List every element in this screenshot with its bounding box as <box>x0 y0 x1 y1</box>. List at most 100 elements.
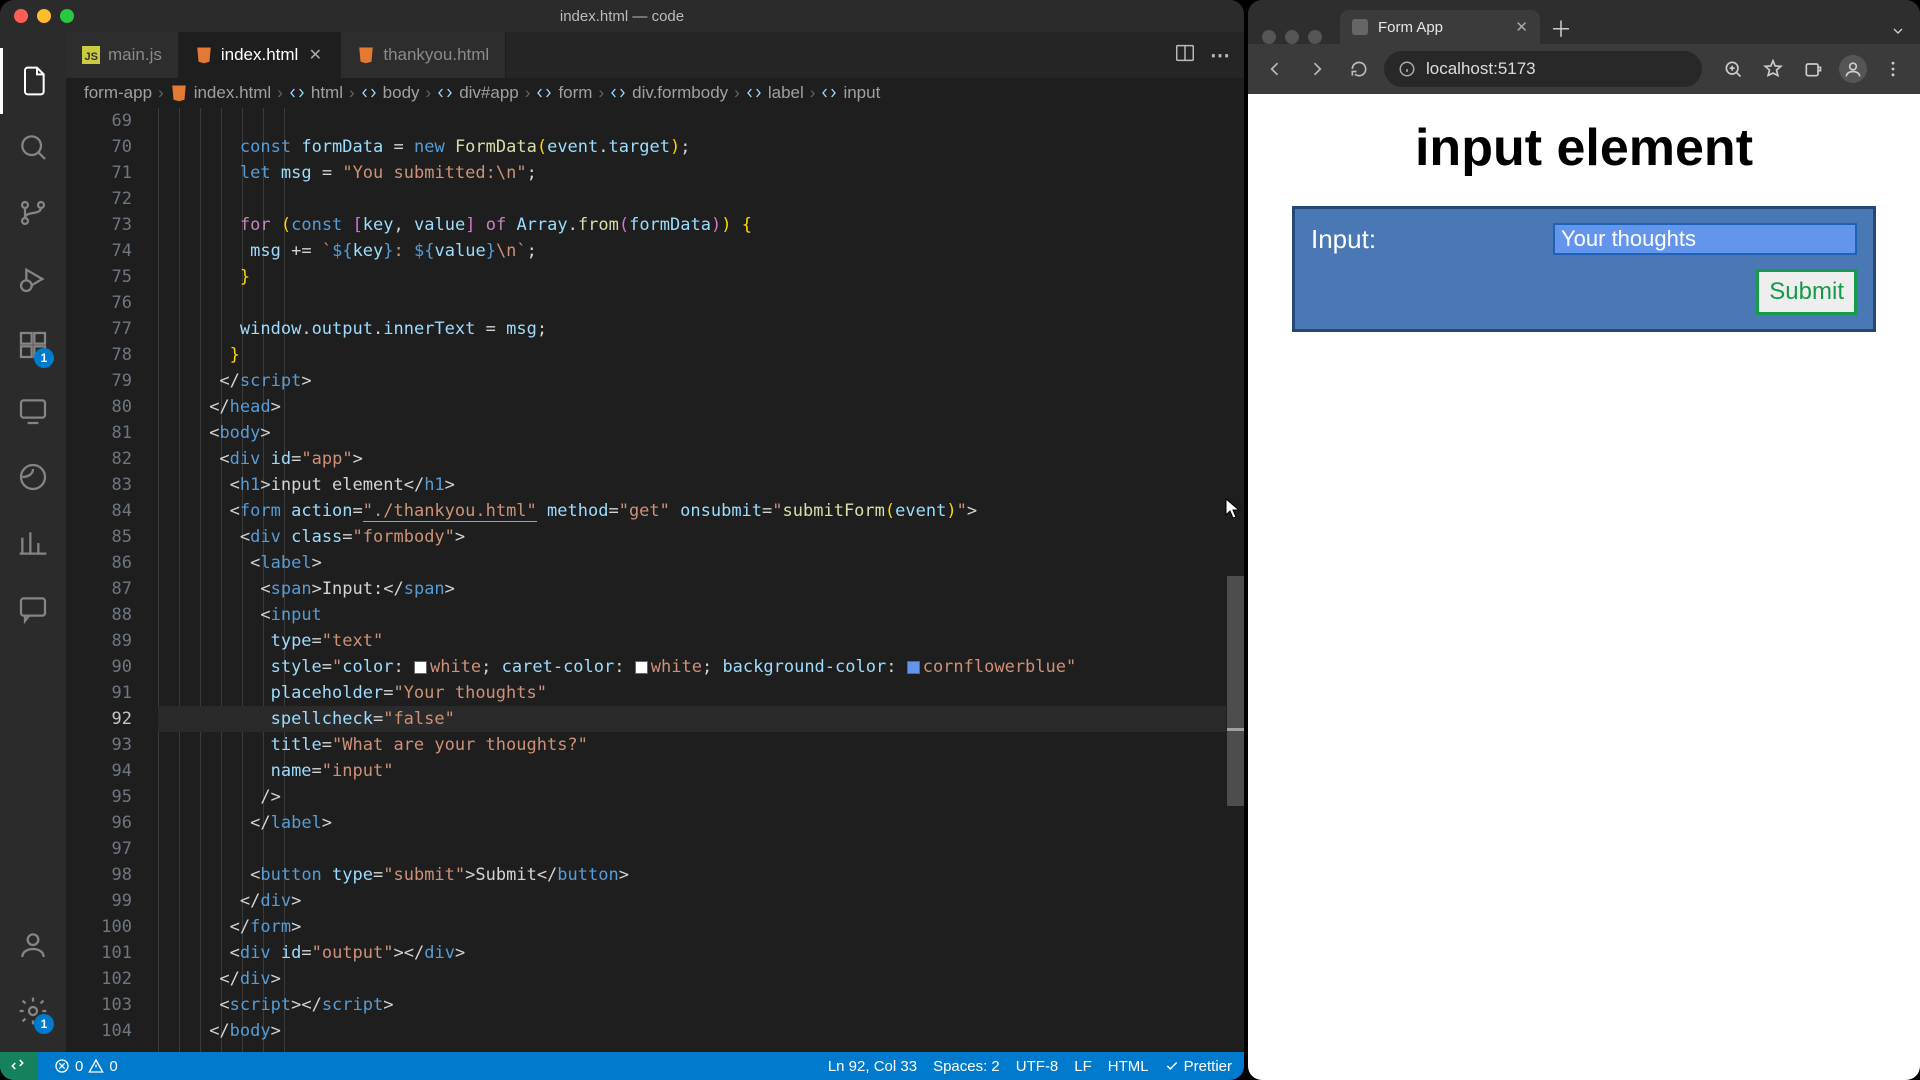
star-icon <box>1763 59 1783 79</box>
menu-button[interactable] <box>1876 52 1910 86</box>
tab-bar: JS main.js index.html ✕ thankyou.html ⋯ <box>66 32 1244 78</box>
favicon-icon <box>1352 19 1368 35</box>
status-eol[interactable]: LF <box>1074 1058 1092 1075</box>
tag-icon <box>437 85 453 101</box>
scroll-thumb[interactable] <box>1227 576 1244 806</box>
chevron-right-icon: › <box>810 83 816 103</box>
chart-icon <box>17 527 49 559</box>
tab-main-js[interactable]: JS main.js <box>66 32 179 78</box>
traffic-light-minimize[interactable] <box>37 9 51 23</box>
thoughts-input[interactable] <box>1553 223 1857 255</box>
check-icon <box>1165 1059 1179 1073</box>
tab-close-button[interactable]: ✕ <box>306 46 324 64</box>
remote-indicator[interactable] <box>0 1052 38 1080</box>
more-actions-button[interactable]: ⋯ <box>1210 43 1230 68</box>
chevron-right-icon: › <box>525 83 531 103</box>
avatar-icon <box>1839 55 1867 83</box>
status-formatter[interactable]: Prettier <box>1165 1058 1232 1075</box>
tabs-dropdown-button[interactable] <box>1890 23 1906 44</box>
status-language[interactable]: HTML <box>1108 1058 1149 1075</box>
branch-icon <box>17 197 49 229</box>
files-icon <box>17 65 49 97</box>
tag-icon <box>821 85 837 101</box>
activity-extensions[interactable]: 1 <box>0 312 66 378</box>
search-icon <box>17 131 49 163</box>
tab-close-button[interactable]: ✕ <box>1515 18 1528 36</box>
input-label-row[interactable]: Input: <box>1311 223 1857 255</box>
tab-index-html[interactable]: index.html ✕ <box>179 32 341 78</box>
reload-icon <box>1349 59 1369 79</box>
profile-button[interactable] <box>1836 52 1870 86</box>
traffic-light-close[interactable] <box>1262 30 1276 44</box>
crumb-input: input <box>821 83 880 103</box>
crumb-folder: form-app <box>84 83 152 103</box>
settings-badge: 1 <box>34 1014 54 1034</box>
scroll-cursor-indicator <box>1227 728 1244 731</box>
chevron-right-icon: › <box>158 83 164 103</box>
status-spaces[interactable]: Spaces: 2 <box>933 1058 1000 1075</box>
tag-icon <box>746 85 762 101</box>
crumb-html: html <box>289 83 343 103</box>
activity-bar: 1 1 <box>0 32 66 1052</box>
error-icon <box>54 1058 70 1074</box>
nav-forward-button[interactable] <box>1300 52 1334 86</box>
activity-explorer[interactable] <box>0 48 66 114</box>
tab-label: thankyou.html <box>383 45 489 65</box>
browser-window: Form App ✕ ＋ localhost:5173 input elemen… <box>1248 0 1920 1080</box>
traffic-light-close[interactable] <box>14 9 28 23</box>
zoom-button[interactable] <box>1716 52 1750 86</box>
chevron-right-icon: › <box>734 83 740 103</box>
traffic-light-maximize[interactable] <box>60 9 74 23</box>
bookmark-button[interactable] <box>1756 52 1790 86</box>
activity-comments[interactable] <box>0 576 66 642</box>
editor-scrollbar[interactable] <box>1227 108 1244 1052</box>
extensions-button[interactable] <box>1796 52 1830 86</box>
breadcrumb[interactable]: form-app › index.html › html › body › di… <box>66 78 1244 108</box>
address-bar[interactable]: localhost:5173 <box>1384 51 1702 87</box>
remote-icon <box>10 1057 28 1075</box>
status-linecol[interactable]: Ln 92, Col 33 <box>828 1058 917 1075</box>
account-icon <box>17 929 49 961</box>
browser-viewport: input element Input: Submit <box>1248 94 1920 1080</box>
editor-body[interactable]: 6970717273747576777879808182838485868788… <box>66 108 1244 1052</box>
activity-remote-explorer[interactable] <box>0 378 66 444</box>
activity-debug[interactable] <box>0 246 66 312</box>
code-content[interactable]: const formData = new FormData(event.targ… <box>158 108 1226 1052</box>
status-problems[interactable]: 0 0 <box>54 1058 118 1075</box>
status-encoding[interactable]: UTF-8 <box>1016 1058 1059 1075</box>
tab-thankyou-html[interactable]: thankyou.html <box>341 32 506 78</box>
comment-icon <box>17 593 49 625</box>
form-card: Input: Submit <box>1292 206 1876 332</box>
url-text: localhost:5173 <box>1426 59 1536 79</box>
remote-icon <box>17 395 49 427</box>
window-title: index.html — code <box>0 8 1244 25</box>
editor-area: JS main.js index.html ✕ thankyou.html ⋯ … <box>66 32 1244 1052</box>
js-file-icon: JS <box>82 46 100 64</box>
traffic-light-minimize[interactable] <box>1285 30 1299 44</box>
activity-chart[interactable] <box>0 510 66 576</box>
activity-account[interactable] <box>0 912 66 978</box>
activity-source-control[interactable] <box>0 180 66 246</box>
editor-actions: ⋯ <box>1174 32 1244 78</box>
activity-settings[interactable]: 1 <box>0 978 66 1044</box>
nav-back-button[interactable] <box>1258 52 1292 86</box>
edge-icon <box>17 461 49 493</box>
activity-search[interactable] <box>0 114 66 180</box>
tag-icon <box>289 85 305 101</box>
browser-tab[interactable]: Form App ✕ <box>1340 10 1540 44</box>
status-bar: 0 0 Ln 92, Col 33 Spaces: 2 UTF-8 LF HTM… <box>0 1052 1244 1080</box>
input-label-text: Input: <box>1311 224 1376 255</box>
activity-edge[interactable] <box>0 444 66 510</box>
traffic-light-maximize[interactable] <box>1308 30 1322 44</box>
site-info-icon <box>1398 60 1416 78</box>
new-tab-button[interactable]: ＋ <box>1550 12 1572 44</box>
nav-reload-button[interactable] <box>1342 52 1376 86</box>
split-editor-button[interactable] <box>1174 42 1196 69</box>
browser-toolbar: localhost:5173 <box>1248 44 1920 94</box>
crumb-label: label <box>746 83 804 103</box>
chevron-right-icon: › <box>598 83 604 103</box>
puzzle-icon <box>1803 59 1823 79</box>
tag-icon <box>610 85 626 101</box>
tab-label: main.js <box>108 45 162 65</box>
submit-button[interactable]: Submit <box>1756 269 1857 315</box>
